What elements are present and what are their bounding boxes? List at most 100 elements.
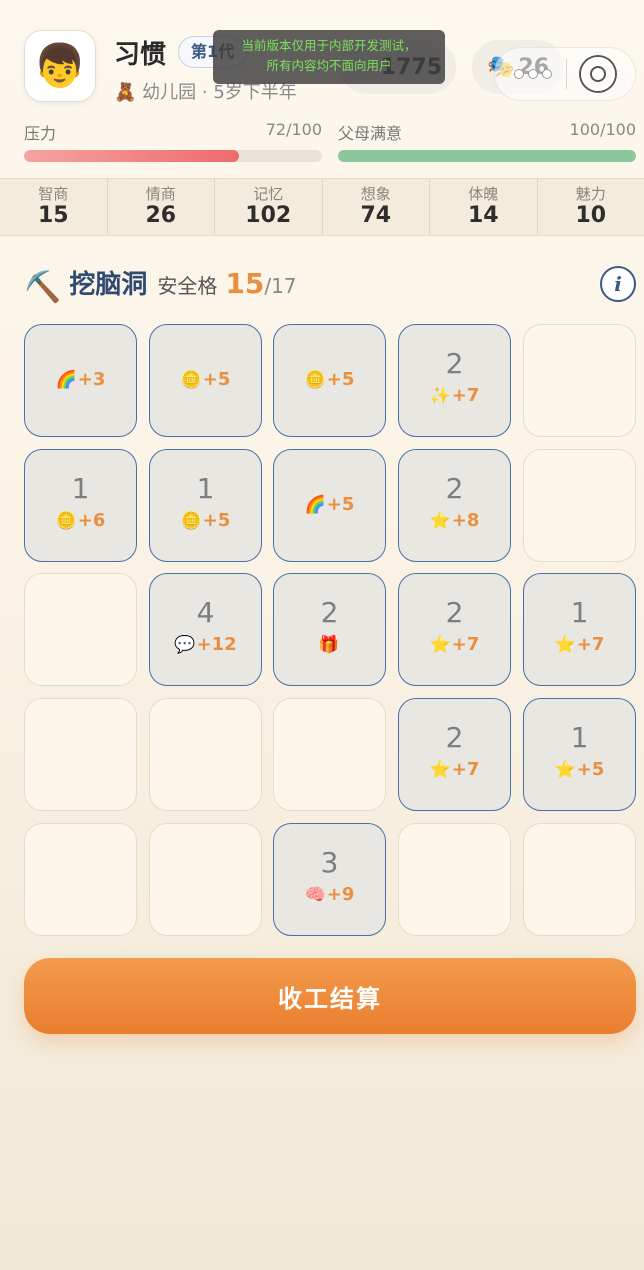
reward-amount: +7 — [451, 759, 480, 780]
stat-item: 体魄 14 — [430, 179, 538, 235]
grid-cell-hidden[interactable] — [523, 449, 636, 562]
grid-cell-hidden[interactable] — [523, 324, 636, 437]
reward-amount: +9 — [326, 884, 355, 905]
reward-amount: +5 — [576, 759, 605, 780]
reward-amount: +6 — [77, 510, 106, 531]
reward-amount: +5 — [202, 369, 231, 390]
reward-amount: +5 — [326, 494, 355, 515]
stat-value: 102 — [245, 203, 292, 228]
safe-total: /17 — [264, 274, 297, 298]
reward-amount: +12 — [196, 634, 237, 655]
reward-icon: ✨ — [429, 386, 451, 406]
grid-cell-hidden[interactable] — [24, 573, 137, 686]
grid-cell-hidden[interactable] — [24, 823, 137, 936]
cell-reward: 🌈+5 — [274, 494, 385, 515]
grid-cell-hidden[interactable] — [24, 698, 137, 811]
cell-number: 2 — [445, 721, 464, 754]
reward-icon: 🪙 — [180, 370, 202, 390]
dot-icon — [515, 70, 523, 78]
cell-reward: ⭐+7 — [399, 759, 510, 780]
dev-notice-line2: 所有内容均不面向用户 — [266, 58, 392, 73]
info-icon: i — [614, 272, 622, 296]
grid-cell-revealed[interactable]: 1 🪙+5 — [149, 449, 262, 562]
grid-cell-revealed[interactable]: 3 🧠+9 — [273, 823, 386, 936]
grid-cell-revealed[interactable]: 4 💬+12 — [149, 573, 262, 686]
grid-cell-revealed[interactable]: 1 ⭐+7 — [523, 573, 636, 686]
life-stage-text: 幼儿园 · 5岁下半年 — [142, 82, 297, 103]
reward-icon: 🌈 — [55, 370, 77, 390]
reward-amount: +5 — [326, 369, 355, 390]
cell-reward: 🌈+3 — [25, 369, 136, 390]
stat-value: 10 — [575, 203, 607, 228]
pressure-label: 压力 — [24, 124, 57, 143]
reward-amount: +7 — [576, 634, 605, 655]
parents-bar — [338, 150, 636, 162]
grid-cell-revealed[interactable]: 🌈+3 — [24, 324, 137, 437]
grid-cell-revealed[interactable]: 🌈+5 — [273, 449, 386, 562]
stat-label: 智商 — [38, 185, 69, 203]
cell-reward: ✨+7 — [399, 385, 510, 406]
parents-label: 父母满意 — [338, 124, 403, 143]
stat-value: 15 — [37, 203, 69, 228]
grid-cell-revealed[interactable]: 🪙+5 — [273, 324, 386, 437]
grid-cell-hidden[interactable] — [149, 698, 262, 811]
cell-number: 3 — [320, 846, 339, 879]
cell-reward: ⭐+7 — [399, 634, 510, 655]
section-header: ⛏️ 挖脑洞 安全格 15 /17 — [24, 264, 297, 305]
cell-reward: 🪙+5 — [274, 369, 385, 390]
reward-icon: 🪙 — [55, 511, 77, 531]
cell-number: 4 — [196, 596, 215, 629]
grid-cell-hidden[interactable] — [149, 823, 262, 936]
reward-amount: +3 — [77, 369, 106, 390]
stat-label: 想象 — [360, 185, 391, 203]
stat-item: 记忆 102 — [215, 179, 323, 235]
cell-reward: 🎁 — [274, 634, 385, 655]
stat-label: 体魄 — [468, 185, 499, 203]
reward-icon: 🪙 — [180, 511, 202, 531]
reward-amount: +8 — [451, 510, 480, 531]
grid-cell-hidden[interactable] — [523, 823, 636, 936]
reward-icon: ⭐ — [554, 635, 576, 655]
stats-bar: 智商 15 情商 26 记忆 102 想象 74 体魄 14 魅力 10 — [0, 178, 644, 236]
stat-item: 情商 26 — [108, 179, 215, 235]
section-title: 挖脑洞 — [69, 270, 148, 300]
parents-bar-fill — [338, 150, 636, 162]
cell-number: 2 — [445, 596, 464, 629]
cell-reward: 🪙+6 — [25, 510, 136, 531]
dot-icon — [529, 70, 537, 78]
grid-cell-hidden[interactable] — [273, 698, 386, 811]
teddy-bear-icon: 🧸 — [114, 82, 137, 103]
avatar[interactable]: 👦 — [24, 30, 96, 102]
grid-cell-revealed[interactable]: 🪙+5 — [149, 324, 262, 437]
grid-cell-revealed[interactable]: 2 🎁 — [273, 573, 386, 686]
close-miniprogram-button[interactable] — [581, 57, 615, 91]
reward-icon: ⭐ — [429, 511, 451, 531]
cell-number: 1 — [71, 472, 90, 505]
cell-reward: ⭐+5 — [524, 759, 635, 780]
grid-cell-revealed[interactable]: 1 🪙+6 — [24, 449, 137, 562]
grid-cell-revealed[interactable]: 1 ⭐+5 — [523, 698, 636, 811]
more-menu-button[interactable] — [515, 70, 551, 78]
player-name: 习惯 — [114, 40, 167, 70]
dot-icon — [543, 70, 551, 78]
pressure-value: 72/100 — [265, 120, 322, 139]
settle-button[interactable]: 收工结算 — [24, 958, 636, 1034]
safe-label: 安全格 — [157, 274, 218, 298]
miniprogram-capsule — [494, 47, 636, 101]
grid-cell-revealed[interactable]: 2 ⭐+8 — [398, 449, 511, 562]
grid-cell-revealed[interactable]: 2 ✨+7 — [398, 324, 511, 437]
grid-cell-revealed[interactable]: 2 ⭐+7 — [398, 573, 511, 686]
grid-cell-hidden[interactable] — [398, 823, 511, 936]
reward-amount: +7 — [451, 634, 480, 655]
cell-number: 1 — [570, 721, 589, 754]
stat-value: 26 — [145, 203, 177, 228]
grid-cell-revealed[interactable]: 2 ⭐+7 — [398, 698, 511, 811]
cell-reward: 🪙+5 — [150, 369, 261, 390]
cell-reward: 💬+12 — [150, 634, 261, 655]
stat-label: 情商 — [145, 185, 176, 203]
dev-notice-line1: 当前版本仅用于内部开发测试， — [241, 38, 417, 53]
reward-icon: ⭐ — [429, 760, 451, 780]
stat-value: 14 — [467, 203, 499, 228]
info-button[interactable]: i — [600, 266, 636, 302]
target-icon — [592, 68, 604, 80]
